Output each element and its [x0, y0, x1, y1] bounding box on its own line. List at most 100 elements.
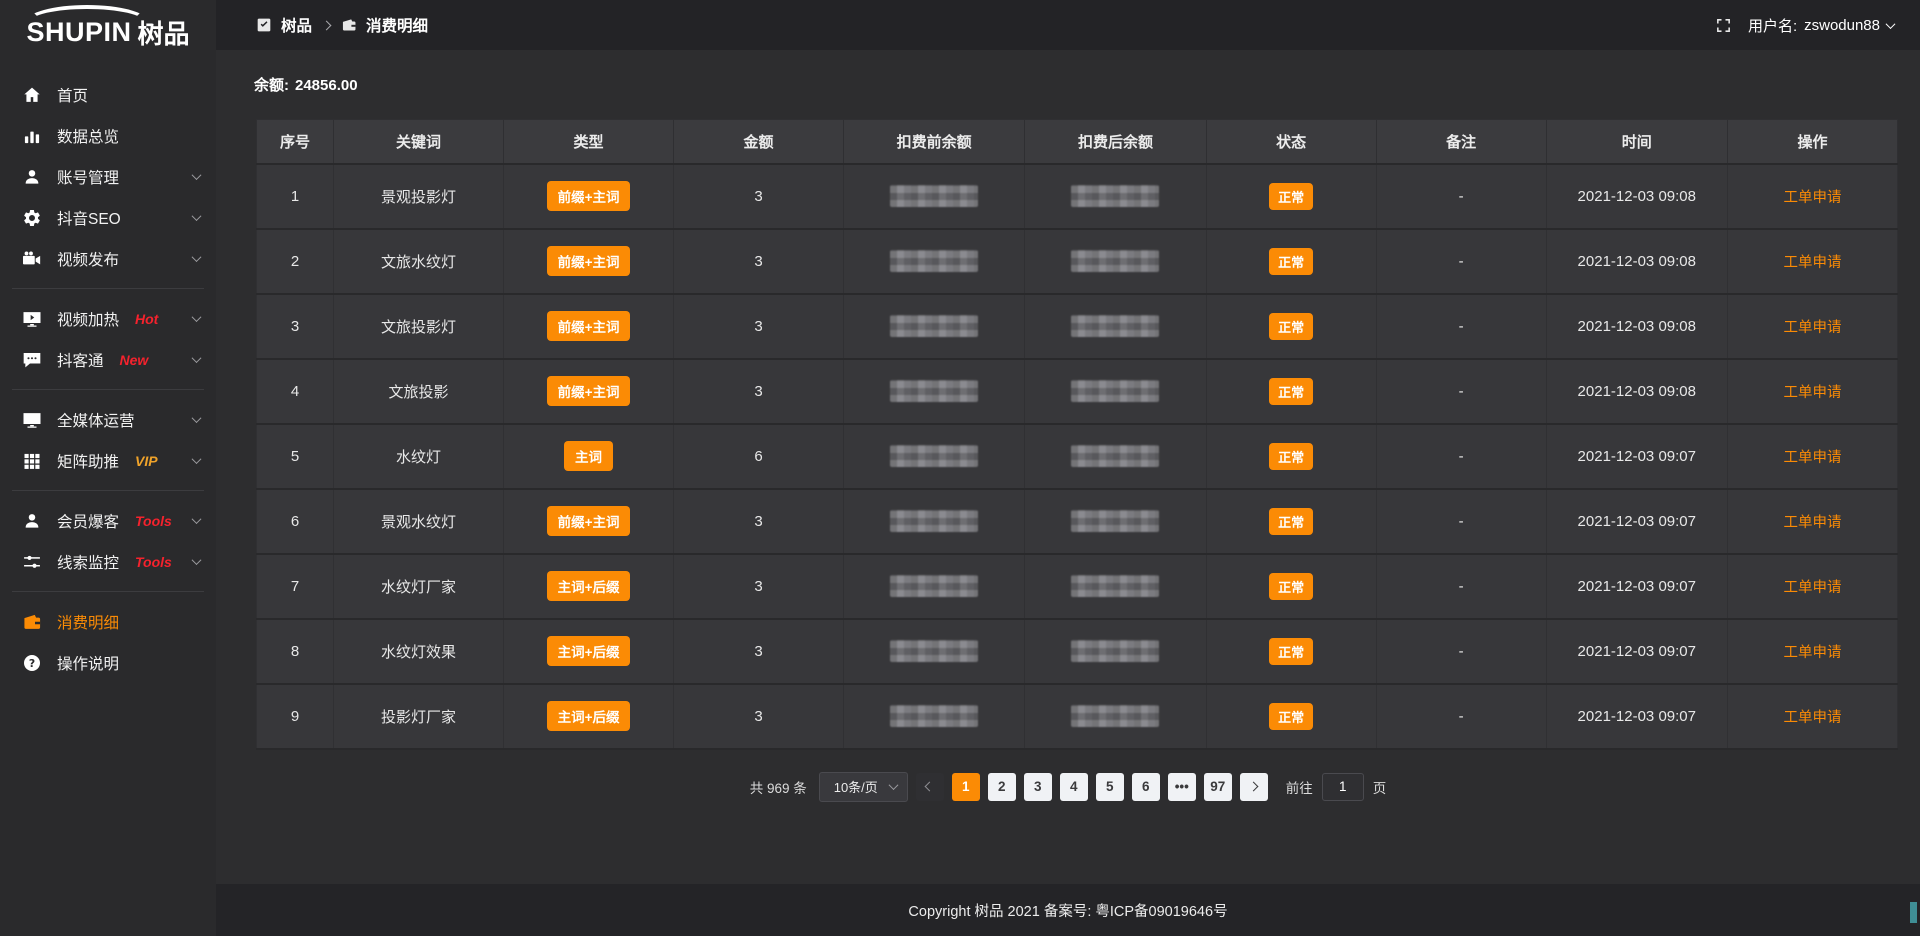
fullscreen-icon[interactable] [1715, 17, 1732, 34]
cell-keyword: 水纹灯效果 [334, 619, 504, 684]
work-order-link[interactable]: 工单申请 [1783, 645, 1841, 661]
cell-type: 主词+后缀 [504, 684, 674, 749]
cell-type: 前缀+主词 [504, 294, 674, 359]
breadcrumb: 树品 消费明细 [256, 14, 428, 36]
page-ellipsis-button[interactable]: ••• [1168, 773, 1196, 801]
cell-index: 9 [257, 684, 334, 749]
goto-unit: 页 [1373, 777, 1387, 797]
sidebar-item-label: 数据总览 [57, 125, 119, 147]
user-menu[interactable]: 用户名: zswodun88 [1748, 15, 1894, 36]
wallet-icon [341, 17, 357, 33]
cell-action: 工单申请 [1727, 554, 1897, 619]
balance-value: 24856.00 [295, 77, 358, 94]
sidebar-item-3[interactable]: 账号管理 [0, 156, 216, 197]
cell-status: 正常 [1206, 359, 1376, 424]
cell-type: 前缀+主词 [504, 229, 674, 294]
sidebar-item-4[interactable]: 抖音SEO [0, 197, 216, 238]
sidebar-divider [12, 490, 204, 491]
sidebar-item-11[interactable]: 线索监控Tools [0, 541, 216, 582]
cell-status: 正常 [1206, 164, 1376, 229]
column-header: 扣费前余额 [844, 120, 1025, 164]
cell-pre-balance [844, 164, 1025, 229]
page-button-1[interactable]: 1 [952, 773, 980, 801]
type-badge: 主词 [564, 441, 613, 471]
monitor-play-icon [22, 309, 42, 329]
goto-page-input[interactable] [1322, 773, 1364, 801]
sidebar-item-7[interactable]: 抖客通New [0, 339, 216, 380]
page-size-label: 10条/页 [834, 777, 878, 796]
cell-pre-balance [844, 424, 1025, 489]
work-order-link[interactable]: 工单申请 [1783, 515, 1841, 531]
type-badge: 前缀+主词 [547, 506, 631, 536]
sidebar-item-5[interactable]: 视频发布 [0, 238, 216, 279]
page-button-5[interactable]: 5 [1096, 773, 1124, 801]
chevron-down-icon [192, 514, 202, 524]
masked-balance-after [1071, 640, 1159, 662]
page-button-2[interactable]: 2 [988, 773, 1016, 801]
cell-index: 4 [257, 359, 334, 424]
cell-amount: 3 [674, 684, 844, 749]
chevron-down-icon [192, 555, 202, 565]
app-logo[interactable]: SHUPIN 树品 [0, 0, 216, 64]
copyright-text: Copyright 树品 2021 备案号: 粤ICP备09019646号 [908, 900, 1227, 921]
cell-time: 2021-12-03 09:07 [1546, 489, 1727, 554]
work-order-link[interactable]: 工单申请 [1783, 580, 1841, 596]
cell-type: 主词 [504, 424, 674, 489]
chevron-down-icon [192, 454, 202, 464]
cell-note: - [1376, 424, 1546, 489]
chevron-down-icon [1886, 19, 1896, 29]
next-page-button[interactable] [1240, 773, 1268, 801]
masked-balance-before [890, 510, 978, 532]
pagination: 共 969 条 10条/页 123456•••97 前往 页 [238, 772, 1898, 802]
work-order-link[interactable]: 工单申请 [1783, 450, 1841, 466]
sidebar-item-1[interactable]: 首页 [0, 74, 216, 115]
cell-amount: 3 [674, 619, 844, 684]
cell-amount: 3 [674, 229, 844, 294]
sidebar-item-label: 矩阵助推 [57, 450, 119, 472]
goto-label: 前往 [1286, 777, 1313, 797]
sidebar-item-2[interactable]: 数据总览 [0, 115, 216, 156]
sidebar-item-6[interactable]: 视频加热Hot [0, 298, 216, 339]
breadcrumb-root[interactable]: 树品 [281, 14, 312, 36]
type-badge: 主词+后缀 [547, 701, 631, 731]
checkbox-icon [256, 17, 272, 33]
page-size-select[interactable]: 10条/页 [819, 772, 908, 802]
cell-action: 工单申请 [1727, 229, 1897, 294]
scrollbar-thumb[interactable] [1910, 902, 1917, 923]
chevron-down-icon [192, 413, 202, 423]
cell-post-balance [1025, 554, 1206, 619]
chevron-down-icon [192, 252, 202, 262]
masked-balance-before [890, 315, 978, 337]
cell-time: 2021-12-03 09:07 [1546, 554, 1727, 619]
work-order-link[interactable]: 工单申请 [1783, 190, 1841, 206]
page-button-3[interactable]: 3 [1024, 773, 1052, 801]
svg-text:?: ? [29, 656, 35, 669]
work-order-link[interactable]: 工单申请 [1783, 710, 1841, 726]
table-row: 5水纹灯主词6正常-2021-12-03 09:07工单申请 [257, 424, 1898, 489]
work-order-link[interactable]: 工单申请 [1783, 320, 1841, 336]
cell-keyword: 文旅水纹灯 [334, 229, 504, 294]
prev-page-button[interactable] [916, 773, 944, 801]
sidebar-item-label: 操作说明 [57, 652, 119, 674]
sidebar-item-10[interactable]: 会员爆客Tools [0, 500, 216, 541]
sidebar-item-label: 消费明细 [57, 611, 119, 633]
sidebar-item-8[interactable]: 全媒体运营 [0, 399, 216, 440]
cell-index: 5 [257, 424, 334, 489]
sidebar-item-12[interactable]: 消费明细 [0, 601, 216, 642]
masked-balance-after [1071, 445, 1159, 467]
cell-status: 正常 [1206, 619, 1376, 684]
sidebar-item-13[interactable]: ? 操作说明 [0, 642, 216, 683]
page-button-4[interactable]: 4 [1060, 773, 1088, 801]
work-order-link[interactable]: 工单申请 [1783, 255, 1841, 271]
page-button-97[interactable]: 97 [1204, 773, 1232, 801]
cell-type: 主词+后缀 [504, 554, 674, 619]
sidebar-item-9[interactable]: 矩阵助推VIP [0, 440, 216, 481]
page-button-6[interactable]: 6 [1132, 773, 1160, 801]
breadcrumb-separator [323, 16, 330, 34]
cell-status: 正常 [1206, 294, 1376, 359]
work-order-link[interactable]: 工单申请 [1783, 385, 1841, 401]
chevron-down-icon [192, 312, 202, 322]
table-row: 6景观水纹灯前缀+主词3正常-2021-12-03 09:07工单申请 [257, 489, 1898, 554]
cell-action: 工单申请 [1727, 164, 1897, 229]
cell-keyword: 水纹灯 [334, 424, 504, 489]
